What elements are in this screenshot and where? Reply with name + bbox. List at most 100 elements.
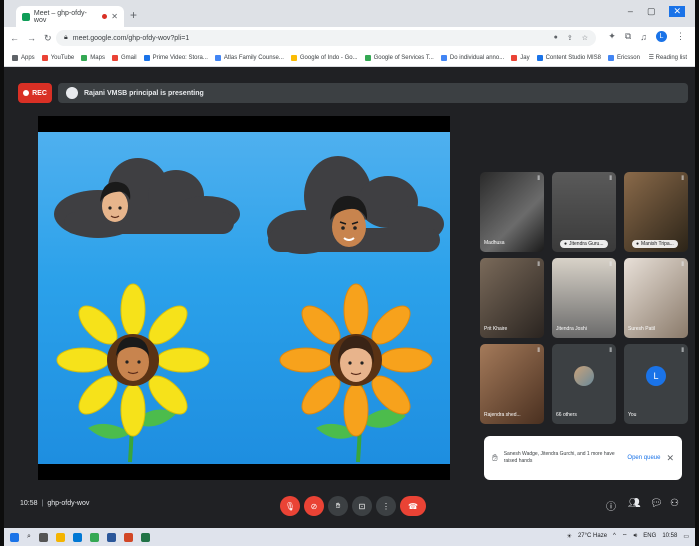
share-icon[interactable]: ⇪	[567, 34, 573, 42]
participant-name: Suresh Patil	[628, 326, 655, 332]
chat-icon[interactable]: 💬︎	[650, 498, 663, 509]
pinned-name-badge: ● Manish Tripa...	[632, 240, 678, 248]
open-queue-button[interactable]: Open queue	[627, 455, 660, 461]
raised-hand-icon: ✋︎	[492, 452, 498, 464]
bookmark-label: Content Studio MIS8	[545, 54, 601, 61]
raise-hand-button[interactable]: ✋︎	[328, 496, 348, 516]
maximize-icon[interactable]: ▢	[647, 6, 656, 17]
bookmark-label: Ericsson	[616, 54, 640, 61]
bookmark-item[interactable]: Atlas Family Counse...	[214, 54, 284, 61]
puzzle-icon[interactable]: ⧉	[625, 31, 631, 42]
bookmark-favicon-icon	[12, 54, 18, 61]
close-window-icon[interactable]: ✕	[669, 6, 685, 17]
meeting-details-icon[interactable]: ⓘ	[606, 498, 616, 513]
reading-list-icon: ☰	[648, 55, 656, 61]
present-button[interactable]: ⊡	[352, 496, 372, 516]
bookmark-item[interactable]: Apps	[12, 54, 35, 61]
audio-indicator-icon: ⦀	[537, 176, 540, 182]
reload-icon[interactable]: ↻	[44, 33, 52, 44]
bookmark-item[interactable]: Content Studio MIS8	[536, 54, 601, 61]
bookmark-item[interactable]: Gmail	[111, 54, 137, 61]
participant-tile[interactable]: ⦀ Jitendra Joshi	[552, 258, 616, 338]
camera-off-icon: ⊘	[310, 501, 318, 511]
bookmark-label: YouTube	[50, 54, 75, 61]
bookmark-item[interactable]: Do individual anno...	[440, 54, 504, 61]
excel-icon[interactable]	[140, 532, 150, 542]
bookmark-label: Atlas Family Counse...	[223, 54, 284, 61]
url-text: meet.google.com/ghp-ofdy-wov?pli=1	[72, 34, 190, 42]
participant-name: You	[628, 412, 637, 418]
mic-off-button[interactable]: 🎙︎	[280, 496, 300, 516]
reading-list-label: Reading list	[655, 55, 687, 61]
language-indicator[interactable]: ENG	[643, 533, 656, 539]
browser-tab[interactable]: Meet – ghp-ofdy-wov ✕	[16, 6, 124, 27]
file-explorer-icon[interactable]	[55, 532, 65, 542]
bookmark-item[interactable]: Google of Indo - Go...	[290, 54, 358, 61]
close-tab-icon[interactable]: ✕	[111, 12, 118, 21]
participant-tile[interactable]: ⦀ 66 others	[552, 344, 616, 424]
separator: |	[41, 500, 44, 507]
bookmark-label: Maps	[90, 54, 105, 61]
notification-icon[interactable]: ▭	[683, 533, 689, 540]
people-icon[interactable]: 👥︎	[628, 498, 641, 509]
back-icon[interactable]: ←	[10, 33, 19, 43]
start-icon[interactable]	[10, 532, 19, 542]
sunflower-left	[56, 283, 210, 463]
bookmark-item[interactable]: Jay	[511, 54, 530, 61]
meeting-info: 10:58 | ghp-ofdy-wov	[20, 500, 89, 507]
network-icon[interactable]: ⌔	[622, 532, 628, 540]
audio-indicator-icon: ⦀	[681, 176, 684, 182]
chrome-icon[interactable]	[89, 532, 99, 542]
bookmark-label: Apps	[21, 54, 35, 61]
participant-tile[interactable]: ⦀ Suresh Patil	[624, 258, 688, 338]
participant-tile[interactable]: ⦀ ● Manish Tripa...	[624, 172, 688, 252]
tray-arrow-icon[interactable]: ^	[613, 533, 616, 539]
more-options-button[interactable]: ⋮	[376, 496, 396, 516]
sunflower-right	[279, 283, 433, 463]
mic-off-icon: 🎙︎	[284, 501, 296, 511]
audio-indicator-icon: ⦀	[681, 348, 684, 354]
participant-tile[interactable]: ⦀ L You	[624, 344, 688, 424]
media-icon[interactable]: ♫	[640, 32, 647, 42]
powerpoint-icon[interactable]	[123, 532, 133, 542]
system-tray: ☀ 27°C Haze ^ ⌔ 🔊︎ ENG 10:58 ▭	[567, 532, 689, 541]
minimize-icon[interactable]: –	[628, 6, 633, 17]
bookmark-item[interactable]: Prime Video: Stora...	[143, 54, 208, 61]
edge-icon[interactable]	[72, 532, 82, 542]
extension-icon[interactable]: ✦	[608, 31, 616, 42]
taskbar-clock[interactable]: 10:58	[662, 533, 677, 539]
camera-permission-icon[interactable]: ●	[554, 34, 558, 42]
activities-icon[interactable]: ⚇	[670, 498, 679, 509]
camera-off-button[interactable]: ⊘	[304, 496, 324, 516]
participant-name: Rajendra shed...	[484, 412, 521, 418]
participant-tile[interactable]: ⦀ Rajendra shed...	[480, 344, 544, 424]
rec-label: REC	[32, 89, 47, 97]
raised-hands-text: Sanesh Wadge, Jitendra Gurchi, and 1 mor…	[503, 451, 615, 464]
task-view-icon[interactable]	[38, 532, 48, 542]
volume-icon[interactable]: 🔊︎	[634, 533, 638, 540]
bookmark-label: Prime Video: Stora...	[152, 54, 208, 61]
slide-illustration	[54, 156, 444, 463]
bookmark-item[interactable]: Google of Services T...	[364, 54, 434, 61]
participant-tile[interactable]: ⦀ ● Jitendra Guru...	[552, 172, 616, 252]
profile-avatar[interactable]: L	[656, 31, 667, 42]
dismiss-notification-icon[interactable]: ✕	[666, 453, 674, 464]
kebab-menu-icon[interactable]: ⋮	[676, 31, 685, 42]
weather-text[interactable]: 27°C Haze	[578, 533, 607, 539]
bookmark-item[interactable]: YouTube	[41, 54, 75, 61]
word-icon[interactable]	[106, 532, 116, 542]
new-tab-button[interactable]: +	[130, 9, 137, 21]
bookmark-favicon-icon	[440, 54, 447, 61]
search-icon[interactable]: ⌕	[27, 533, 31, 541]
address-bar[interactable]: 🔒︎ meet.google.com/ghp-ofdy-wov?pli=1 ● …	[56, 30, 596, 46]
bookmark-item[interactable]: Ericsson	[607, 54, 640, 61]
participant-tile[interactable]: ⦀ Madhusa	[480, 172, 544, 252]
participant-name: Jitendra Guru...	[569, 241, 604, 247]
bookmark-star-icon[interactable]: ☆	[582, 34, 588, 42]
toolbar-right: ✦ ⧉ ♫ L ⋮	[608, 31, 685, 42]
bookmark-item[interactable]: Maps	[81, 54, 105, 61]
reading-list[interactable]: ☰ Reading list	[649, 54, 687, 61]
participant-tile[interactable]: ⦀ Prit Khaire	[480, 258, 544, 338]
forward-icon[interactable]: →	[27, 33, 36, 43]
leave-call-button[interactable]: ☎︎	[400, 496, 426, 516]
